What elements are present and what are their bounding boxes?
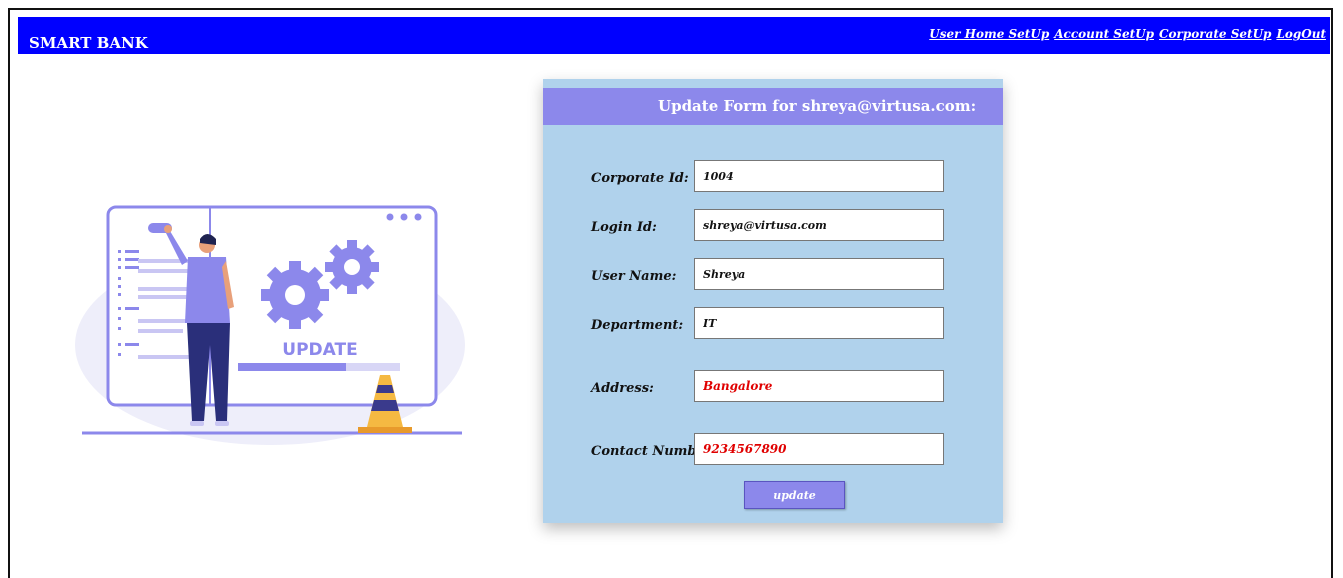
address-field[interactable] bbox=[694, 370, 944, 402]
login-id-field[interactable] bbox=[694, 209, 944, 241]
user-name-field[interactable] bbox=[694, 258, 944, 290]
top-navigation-bar: SMART BANK User Home SetUp Account SetUp… bbox=[18, 17, 1330, 54]
department-field[interactable] bbox=[694, 307, 944, 339]
corporate-id-field[interactable] bbox=[694, 160, 944, 192]
nav-links: User Home SetUp Account SetUp Corporate … bbox=[929, 27, 1326, 41]
contact-number-field[interactable] bbox=[694, 433, 944, 465]
nav-link-corporate-setup[interactable]: Corporate SetUp bbox=[1159, 27, 1271, 41]
user-name-label: User Name: bbox=[591, 269, 677, 284]
form-header: Update Form for shreya@virtusa.com: bbox=[543, 88, 1003, 125]
illustration-update-text: UPDATE bbox=[282, 340, 357, 360]
update-form-card: Update Form for shreya@virtusa.com: Corp… bbox=[543, 79, 1003, 523]
address-label: Address: bbox=[591, 381, 654, 396]
nav-link-logout[interactable]: LogOut bbox=[1276, 27, 1326, 41]
nav-link-user-home-setup[interactable]: User Home SetUp bbox=[929, 27, 1049, 41]
form-title: Update Form for shreya@virtusa.com: bbox=[658, 97, 977, 115]
nav-link-account-setup[interactable]: Account SetUp bbox=[1054, 27, 1154, 41]
corporate-id-label: Corporate Id: bbox=[591, 171, 689, 186]
update-illustration: UPDATE bbox=[75, 205, 465, 445]
login-id-label: Login Id: bbox=[591, 220, 657, 235]
brand-title: SMART BANK bbox=[29, 34, 148, 52]
update-button[interactable]: update bbox=[744, 481, 845, 509]
department-label: Department: bbox=[591, 318, 684, 333]
